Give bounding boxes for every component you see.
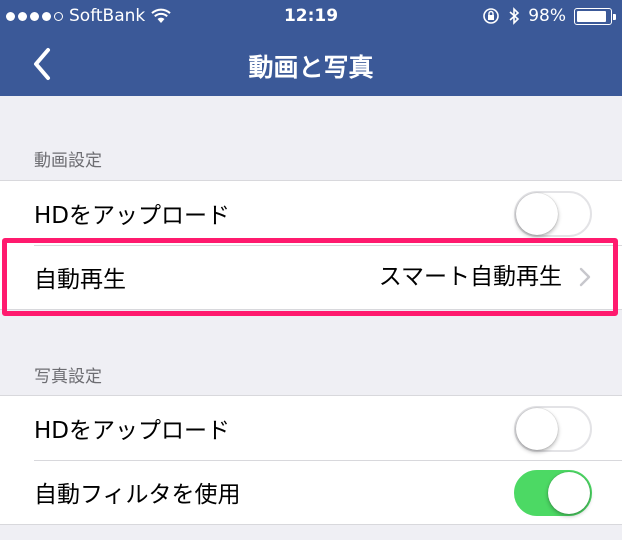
row-label: HDをアップロード [34,418,231,444]
autoplay-value: スマート自動再生 [378,264,562,290]
row-photo-hd-upload: HDをアップロード [0,396,622,460]
toggle-knob [548,472,590,514]
row-auto-filter: 自動フィルタを使用 [0,460,622,524]
battery-level-fill [577,10,607,22]
status-bar: SoftBank 12:19 98% [0,0,622,34]
bluetooth-icon [509,7,520,25]
section-header-video: 動画設定 [34,151,102,171]
row-video-hd-upload: HDをアップロード [0,181,622,245]
photo-hd-upload-toggle[interactable] [514,406,592,452]
toggle-knob [516,193,558,235]
video-settings-group: HDをアップロード 自動再生 スマート自動再生 [0,180,622,310]
chevron-right-icon [579,267,591,287]
auto-filter-toggle[interactable] [514,470,592,516]
battery-percentage: 98% [528,6,566,26]
photo-settings-group: HDをアップロード 自動フィルタを使用 [0,395,622,525]
section-header-photo: 写真設定 [34,367,102,387]
page-title: 動画と写真 [248,53,374,82]
video-hd-upload-toggle[interactable] [514,191,592,237]
row-label: 自動再生 [34,267,126,293]
row-label: 自動フィルタを使用 [34,482,241,508]
toggle-knob [516,408,558,450]
status-right: 98% [482,6,616,26]
row-autoplay[interactable]: 自動再生 スマート自動再生 [0,245,622,309]
rotation-lock-icon [483,8,500,24]
navigation-bar: SoftBank 12:19 98% 動画と写真 [0,0,622,96]
battery-icon [574,7,616,25]
row-label: HDをアップロード [34,203,231,229]
